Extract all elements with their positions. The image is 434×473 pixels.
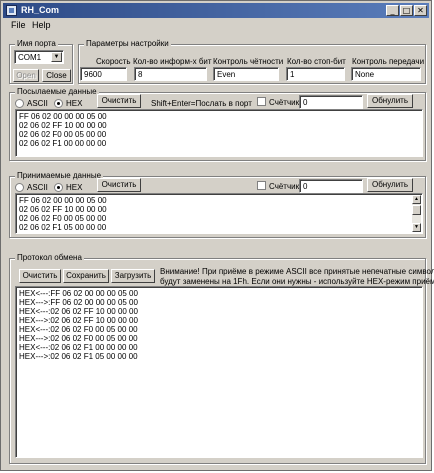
send-counter-checkbox[interactable] <box>257 97 266 106</box>
scroll-up-icon[interactable]: ▲ <box>412 195 421 204</box>
scroll-thumb[interactable] <box>412 205 421 215</box>
speed-label: Скорость <box>96 57 131 66</box>
send-clear-button[interactable]: Очистить <box>97 94 141 108</box>
send-ascii-label: ASCII <box>27 99 48 108</box>
port-select[interactable]: COM1 ▼ <box>14 50 64 64</box>
scroll-down-icon[interactable]: ▼ <box>412 223 421 232</box>
menu-file[interactable]: File <box>11 20 26 30</box>
parity-label: Контроль чётности <box>213 57 284 66</box>
send-data-lines: FF 06 02 00 00 00 05 00 02 06 02 FF 10 0… <box>19 112 107 148</box>
title-bar[interactable]: RH_Com _ □ ✕ <box>3 3 429 18</box>
flow-label: Контроль передачи <box>352 57 425 66</box>
maximize-button[interactable]: □ <box>400 5 413 16</box>
send-ascii-radio[interactable] <box>15 99 24 108</box>
send-line: 02 06 02 F0 00 05 00 00 <box>19 130 107 139</box>
receive-clear-button[interactable]: Очистить <box>97 178 141 192</box>
receive-reset-button[interactable]: Обнулить <box>367 178 413 192</box>
speed-field[interactable]: 9600 <box>80 67 127 81</box>
log-clear-button[interactable]: Очистить <box>19 269 61 283</box>
log-line: HEX--->:FF 06 02 00 00 00 05 00 <box>19 298 138 307</box>
receive-ascii-radio[interactable] <box>15 183 24 192</box>
receive-line: FF 06 02 00 00 00 05 00 <box>19 196 107 205</box>
log-line: HEX<---:02 06 02 FF 10 00 00 00 <box>19 307 138 316</box>
log-lines: HEX<---:FF 06 02 00 00 00 05 00 HEX--->:… <box>19 289 138 361</box>
log-line: HEX--->:02 06 02 F0 00 05 00 00 <box>19 334 138 343</box>
open-port-button[interactable]: Open <box>13 69 39 82</box>
send-line: FF 06 02 00 00 00 05 00 <box>19 112 107 121</box>
log-save-button[interactable]: Сохранить <box>63 269 109 283</box>
receive-counter-label: Счётчик <box>269 182 300 191</box>
ascii-warning: Внимание! При приёме в режиме ASCII все … <box>160 267 434 287</box>
flow-field[interactable]: None <box>351 67 421 81</box>
chevron-down-icon[interactable]: ▼ <box>51 52 62 62</box>
log-line: HEX--->:02 06 02 F1 05 00 00 00 <box>19 352 138 361</box>
send-hex-radio[interactable] <box>54 99 63 108</box>
log-area[interactable]: HEX<---:FF 06 02 00 00 00 05 00 HEX--->:… <box>15 286 423 458</box>
menu-help[interactable]: Help <box>32 20 51 30</box>
receive-line: 02 06 02 F0 00 05 00 00 <box>19 214 107 223</box>
receive-counter-field[interactable]: 0 <box>299 179 363 193</box>
log-load-button[interactable]: Загрузить <box>111 269 155 283</box>
parity-field[interactable]: Even <box>213 67 279 81</box>
close-port-button[interactable]: Close <box>42 69 71 82</box>
log-line: HEX<---:FF 06 02 00 00 00 05 00 <box>19 289 138 298</box>
log-line: HEX<---:02 06 02 F1 00 00 00 00 <box>19 343 138 352</box>
receive-line: 02 06 02 F1 05 00 00 00 <box>19 223 107 232</box>
send-line: 02 06 02 FF 10 00 00 00 <box>19 121 107 130</box>
send-counter-label: Счётчик <box>269 98 300 107</box>
log-line: HEX<---:02 06 02 F0 00 05 00 00 <box>19 325 138 334</box>
close-window-button[interactable]: ✕ <box>414 5 427 16</box>
databits-label: Кол-во информ-х бит <box>133 57 212 66</box>
send-line: 02 06 02 F1 00 00 00 00 <box>19 139 107 148</box>
log-group-title: Протокол обмена <box>15 253 84 262</box>
receive-scrollbar[interactable]: ▲ ▼ <box>412 195 421 232</box>
receive-data-lines: FF 06 02 00 00 00 05 00 02 06 02 FF 10 0… <box>19 196 107 232</box>
settings-group-title: Параметры настройки <box>84 39 171 48</box>
window-title: RH_Com <box>21 5 60 15</box>
warning-line: Внимание! При приёме в режиме ASCII все … <box>160 267 434 276</box>
port-group-title: Имя порта <box>15 39 58 48</box>
app-window: RH_Com _ □ ✕ File Help Имя порта COM1 ▼ … <box>0 0 434 471</box>
receive-ascii-label: ASCII <box>27 183 48 192</box>
send-data-area[interactable]: FF 06 02 00 00 00 05 00 02 06 02 FF 10 0… <box>15 109 423 157</box>
receive-group-title: Принимаемые данные <box>15 171 104 180</box>
send-counter-field[interactable]: 0 <box>299 95 363 109</box>
log-line: HEX--->:02 06 02 FF 10 00 00 00 <box>19 316 138 325</box>
send-reset-button[interactable]: Обнулить <box>367 94 413 108</box>
receive-counter-checkbox[interactable] <box>257 181 266 190</box>
stopbits-field[interactable]: 1 <box>286 67 345 81</box>
stopbits-label: Кол-во стоп-бит <box>287 57 346 66</box>
receive-hex-label: HEX <box>66 183 83 192</box>
port-select-value: COM1 <box>18 53 42 62</box>
minimize-button[interactable]: _ <box>386 5 399 16</box>
menu-bar: File Help <box>3 19 429 32</box>
app-icon <box>6 5 17 16</box>
send-hex-label: HEX <box>66 99 83 108</box>
receive-data-area[interactable]: FF 06 02 00 00 00 05 00 02 06 02 FF 10 0… <box>15 193 423 234</box>
receive-hex-radio[interactable] <box>54 183 63 192</box>
receive-line: 02 06 02 FF 10 00 00 00 <box>19 205 107 214</box>
send-group-title: Посылаемые данные <box>15 87 99 96</box>
send-hint: Shift+Enter=Послать в порт <box>151 99 252 108</box>
databits-field[interactable]: 8 <box>134 67 207 81</box>
